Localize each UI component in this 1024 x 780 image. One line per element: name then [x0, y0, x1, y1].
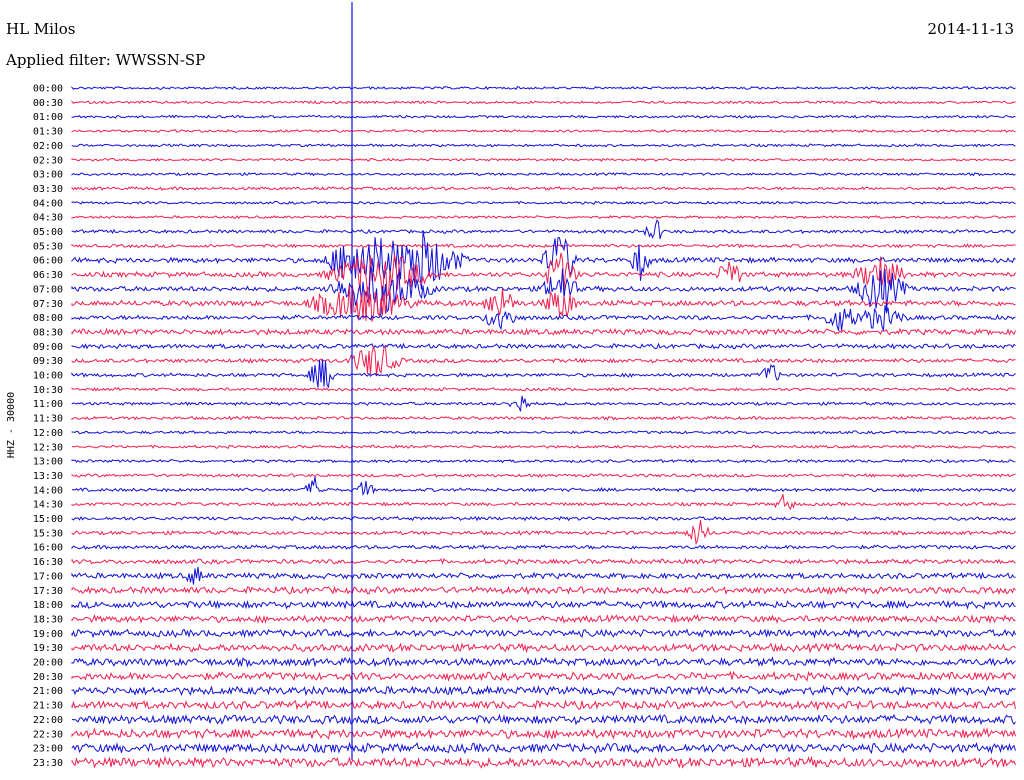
row-time-label: 19:00	[33, 629, 63, 640]
trace-row	[71, 684, 1016, 697]
row-time-label: 22:00	[33, 715, 63, 726]
trace-row	[71, 215, 1016, 220]
trace-row	[71, 444, 1016, 449]
row-time-label: 08:30	[33, 327, 63, 338]
row-time-label: 17:00	[33, 571, 63, 582]
row-time-label: 13:30	[33, 471, 63, 482]
row-time-label: 17:30	[33, 586, 63, 597]
row-time-label: 03:00	[33, 170, 63, 181]
row-time-label: 14:30	[33, 500, 63, 511]
row-time-label: 19:30	[33, 643, 63, 654]
row-time-label: 11:00	[33, 399, 63, 410]
row-time-label: 10:30	[33, 385, 63, 396]
row-time-label: 01:30	[33, 127, 63, 138]
trace-row	[71, 157, 1016, 162]
row-time-label: 07:30	[33, 299, 63, 310]
row-time-label: 07:00	[33, 284, 63, 295]
row-time-label: 01:00	[33, 112, 63, 123]
row-time-label: 10:00	[33, 371, 63, 382]
seismogram-traces	[71, 85, 1016, 769]
trace-row	[71, 342, 1016, 350]
row-time-label: 20:30	[33, 672, 63, 683]
row-time-label: 23:00	[33, 744, 63, 755]
trace-row	[71, 628, 1016, 639]
trace-row	[71, 114, 1016, 119]
row-time-label: 18:30	[33, 614, 63, 625]
trace-row	[71, 266, 1016, 317]
row-time-label: 04:30	[33, 213, 63, 224]
row-time-label: 05:00	[33, 227, 63, 238]
row-time-label: 18:00	[33, 600, 63, 611]
row-time-label: 13:00	[33, 457, 63, 468]
trace-row	[71, 642, 1016, 654]
row-time-label: 15:30	[33, 528, 63, 539]
trace-row	[71, 544, 1016, 551]
row-time-label: 00:30	[33, 98, 63, 109]
trace-row	[71, 219, 1016, 240]
trace-row	[71, 519, 1016, 546]
row-time-label: 15:00	[33, 514, 63, 525]
trace-row	[71, 741, 1016, 755]
trace-row	[71, 172, 1016, 177]
row-time-label: 16:30	[33, 557, 63, 568]
trace-row	[71, 613, 1016, 624]
trace-row	[71, 473, 1016, 478]
trace-row	[71, 200, 1016, 205]
trace-row	[71, 345, 1016, 376]
row-time-label: 02:30	[33, 155, 63, 166]
trace-row	[71, 359, 1016, 389]
trace-row	[71, 458, 1016, 464]
row-time-label: 09:30	[33, 356, 63, 367]
trace-row	[71, 143, 1016, 148]
trace-row	[71, 415, 1016, 421]
trace-row	[71, 656, 1016, 668]
trace-row	[71, 599, 1016, 610]
row-time-label: 09:00	[33, 342, 63, 353]
row-time-label: 23:30	[33, 758, 63, 769]
row-time-label: 16:00	[33, 543, 63, 554]
trace-row	[71, 494, 1016, 511]
trace-row	[71, 85, 1016, 91]
row-time-label: 06:00	[33, 256, 63, 267]
trace-row	[71, 515, 1016, 522]
row-time-label: 12:30	[33, 442, 63, 453]
row-time-label: 21:30	[33, 701, 63, 712]
trace-row	[71, 713, 1016, 726]
trace-row	[71, 327, 1016, 336]
trace-row	[71, 557, 1016, 565]
trace-row	[71, 755, 1016, 769]
time-tick-labels: 00:00 00:30 01:00 01:30 02:00 02:30 03:00 03:30…	[33, 84, 63, 769]
row-time-label: 20:00	[33, 658, 63, 669]
trace-row	[71, 386, 1016, 392]
trace-row	[71, 185, 1016, 191]
row-time-label: 12:00	[33, 428, 63, 439]
row-time-label: 08:00	[33, 313, 63, 324]
row-time-label: 04:00	[33, 198, 63, 209]
helicorder-plot: 00:00 00:30 01:00 01:30 02:00 02:30 03:00 03:30…	[6, 2, 1016, 769]
row-time-label: 14:00	[33, 485, 63, 496]
row-time-label: 22:30	[33, 729, 63, 740]
trace-row	[71, 100, 1016, 105]
channel-label: HHZ - 30000	[6, 392, 17, 458]
trace-row	[71, 670, 1016, 682]
row-time-label: 21:00	[33, 686, 63, 697]
row-time-label: 03:30	[33, 184, 63, 195]
trace-row	[71, 243, 1016, 249]
trace-row	[71, 699, 1016, 711]
row-time-label: 05:30	[33, 241, 63, 252]
trace-row	[71, 566, 1016, 585]
trace-row	[71, 585, 1016, 596]
trace-row	[71, 476, 1016, 497]
trace-row	[71, 430, 1016, 435]
trace-row	[71, 395, 1016, 412]
trace-row	[71, 129, 1016, 134]
row-time-label: 11:30	[33, 414, 63, 425]
row-time-label: 00:00	[33, 84, 63, 95]
row-time-label: 06:30	[33, 270, 63, 281]
trace-row	[71, 305, 1016, 331]
trace-row	[71, 727, 1016, 740]
row-time-label: 02:00	[33, 141, 63, 152]
